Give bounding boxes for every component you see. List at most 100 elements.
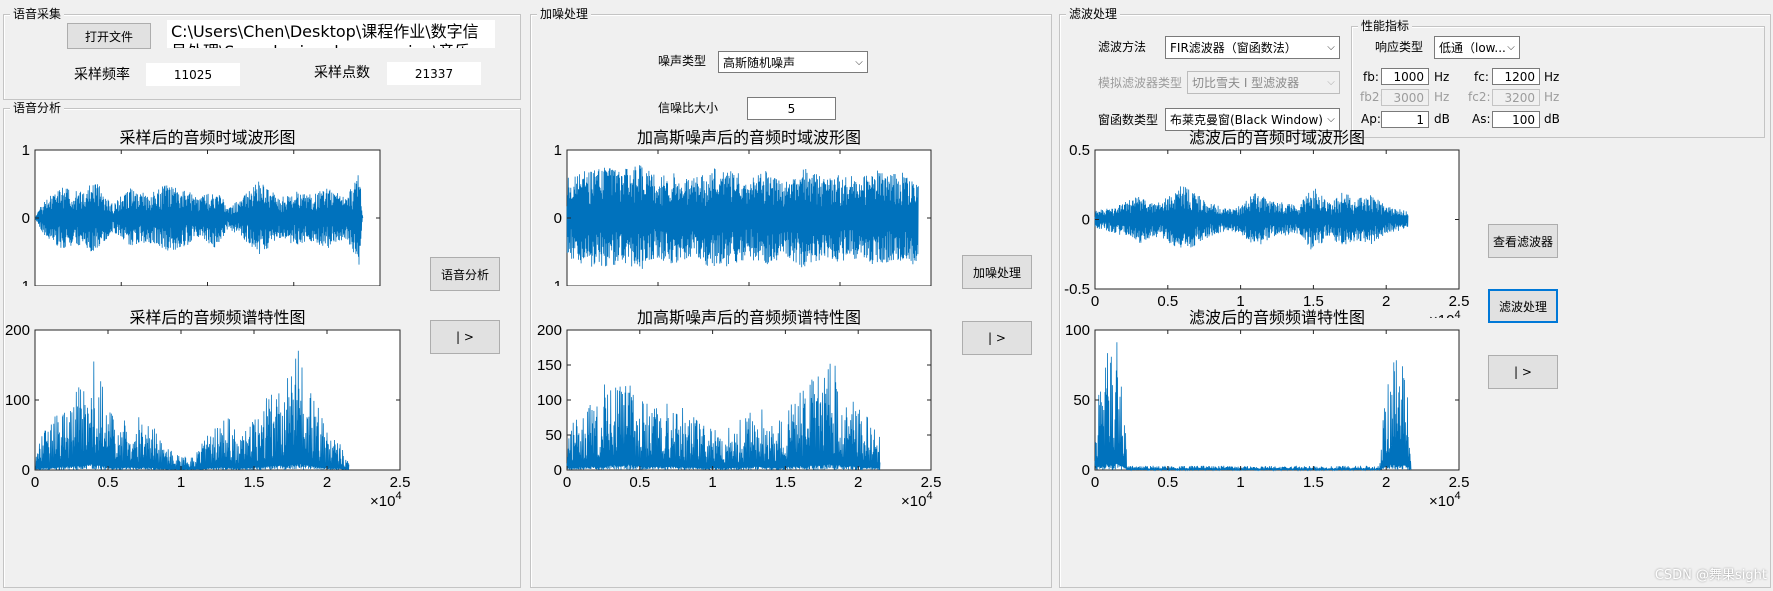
x-tick-label: 2.5 — [921, 474, 942, 491]
file-path-field: C:\Users\Chen\Desktop\课程作业\数字信号处理\Speech… — [167, 20, 495, 48]
speech-analysis-button[interactable]: 语音分析 — [430, 257, 500, 291]
x-tick-label: 2 — [323, 474, 331, 491]
fc2-unit: Hz — [1544, 90, 1560, 104]
chart-title: 滤波后的音频频谱特性图 — [1189, 308, 1365, 327]
x-tick-label: 2 — [1382, 474, 1390, 491]
x-tick-label: 0.5 — [98, 474, 119, 491]
sample-points-field[interactable]: 21337 — [387, 62, 481, 85]
x-tick-label: 0 — [1091, 474, 1099, 491]
snr-input[interactable]: 5 — [747, 97, 836, 120]
y-tick-label: 150 — [537, 357, 562, 374]
acquisition-panel-title: 语音采集 — [10, 6, 65, 22]
response-type-label: 响应类型 — [1375, 40, 1424, 54]
noisy-time-chart: 加高斯噪声后的音频时域波形图00.511.52-101 — [549, 128, 932, 286]
noise-type-label: 噪声类型 — [658, 54, 707, 68]
fb-label: fb: — [1363, 70, 1379, 84]
x-axis-exponent: 4 — [1454, 490, 1460, 502]
x-tick-label: 1.5 — [775, 474, 796, 491]
y-tick-label: -0.5 — [1064, 281, 1090, 298]
y-tick-label: 0.5 — [1069, 142, 1090, 159]
play-filtered-button[interactable]: | > — [1488, 355, 1558, 389]
filter-process-button[interactable]: 滤波处理 — [1488, 289, 1558, 323]
analog-filter-select[interactable]: 切比雪夫 I 型滤波器 ⌵ — [1187, 71, 1340, 94]
x-tick-label: 2.5 — [1449, 474, 1470, 491]
y-tick-label: 0 — [554, 210, 562, 227]
analog-filter-label: 模拟滤波器类型 — [1098, 76, 1183, 90]
fb2-label: fb2: — [1360, 90, 1384, 104]
fb-input[interactable]: 1000 — [1381, 68, 1429, 85]
filter-panel-title: 滤波处理 — [1066, 6, 1121, 22]
y-tick-label: 50 — [1073, 392, 1090, 409]
add-noise-button[interactable]: 加噪处理 — [962, 255, 1032, 289]
analog-filter-value: 切比雪夫 I 型滤波器 — [1192, 76, 1300, 90]
chart-title: 加高斯噪声后的音频时域波形图 — [637, 128, 861, 147]
x-axis-exponent: 4 — [926, 490, 932, 502]
snr-label: 信噪比大小 — [658, 101, 719, 115]
x-tick-label: 0 — [31, 474, 39, 491]
x-tick-label: 1 — [708, 474, 716, 491]
view-filter-button[interactable]: 查看滤波器 — [1488, 224, 1558, 258]
x-axis-multiplier: ×104 — [370, 490, 402, 508]
noise-panel-title: 加噪处理 — [537, 6, 592, 22]
fb2-unit: Hz — [1434, 90, 1450, 104]
ap-label: Ap: — [1361, 112, 1381, 126]
as-input[interactable]: 100 — [1492, 111, 1540, 128]
y-tick-label: 200 — [5, 322, 30, 339]
fb2-input[interactable]: 3000 — [1381, 89, 1429, 106]
chart-title: 采样后的音频频谱特性图 — [129, 308, 305, 327]
fc-unit: Hz — [1544, 70, 1560, 84]
chevron-down-icon: ⌵ — [1507, 42, 1515, 53]
chevron-down-icon: ⌵ — [1327, 114, 1335, 125]
y-tick-label: 50 — [545, 427, 562, 444]
fc-input[interactable]: 1200 — [1492, 68, 1540, 85]
fc-label: fc: — [1474, 70, 1489, 84]
play-noisy-button[interactable]: | > — [962, 321, 1032, 355]
original-time-chart: 采样后的音频时域波形图00.511.52-101 — [17, 128, 381, 286]
chevron-down-icon: ⌵ — [1327, 77, 1335, 88]
y-tick-label: 0 — [1082, 212, 1090, 229]
sample-points-label: 采样点数 — [314, 65, 370, 81]
play-original-button[interactable]: | > — [430, 320, 500, 354]
response-type-select[interactable]: 低通（low... ⌵ — [1434, 36, 1520, 59]
window-type-label: 窗函数类型 — [1098, 113, 1159, 127]
ap-unit: dB — [1434, 112, 1450, 126]
filter-method-value: FIR滤波器（窗函数法） — [1170, 41, 1297, 55]
filter-method-select[interactable]: FIR滤波器（窗函数法） ⌵ — [1165, 36, 1340, 59]
chart-title: 采样后的音频时域波形图 — [119, 128, 295, 147]
y-tick-label: 0 — [22, 210, 30, 227]
noise-type-select[interactable]: 高斯随机噪声 ⌵ — [718, 51, 868, 73]
y-tick-label: 200 — [537, 322, 562, 339]
y-tick-label: -1 — [549, 278, 562, 286]
x-tick-label: 1.5 — [1303, 474, 1324, 491]
as-label: As: — [1472, 112, 1491, 126]
y-tick-label: 100 — [537, 392, 562, 409]
noise-type-value: 高斯随机噪声 — [723, 55, 796, 70]
open-file-button[interactable]: 打开文件 — [67, 23, 151, 49]
x-tick-label: 0.5 — [1157, 474, 1178, 491]
x-axis-multiplier: ×104 — [1429, 490, 1461, 508]
y-tick-label: 100 — [1065, 322, 1090, 339]
as-unit: dB — [1544, 112, 1560, 126]
window-type-value: 布莱克曼窗(Black Window) — [1170, 113, 1323, 127]
ap-input[interactable]: 1 — [1381, 111, 1429, 128]
filtered-time-chart: 滤波后的音频时域波形图00.511.522.5-0.500.5×104 — [1064, 128, 1469, 318]
fc2-label: fc2: — [1468, 90, 1491, 104]
y-tick-label: 0 — [22, 462, 30, 479]
x-axis-multiplier: ×104 — [901, 490, 933, 508]
x-tick-label: 2.5 — [390, 474, 411, 491]
y-tick-label: 1 — [554, 142, 562, 159]
x-tick-label: 1.5 — [244, 474, 265, 491]
y-tick-label: 100 — [5, 392, 30, 409]
sample-rate-field[interactable]: 11025 — [146, 63, 240, 86]
x-tick-label: 0.5 — [629, 474, 650, 491]
fc2-input[interactable]: 3200 — [1492, 89, 1540, 106]
performance-panel-title: 性能指标 — [1358, 18, 1413, 34]
y-tick-label: 1 — [22, 142, 30, 159]
filtered-spectrum-chart: 滤波后的音频频谱特性图 0 0.5 1 1.5 2 2.5 0 50 100 ×104 — [1065, 308, 1470, 508]
x-tick-label: 2 — [854, 474, 862, 491]
original-spectrum-chart: 采样后的音频频谱特性图 0 0.5 1 1.5 2 2.5 0 100 200 ×104 — [5, 308, 411, 508]
filter-method-label: 滤波方法 — [1098, 40, 1147, 54]
y-tick-label: 0 — [1082, 462, 1090, 479]
response-type-value: 低通（low... — [1439, 41, 1506, 55]
watermark: CSDN @舞果sight — [1654, 568, 1767, 583]
